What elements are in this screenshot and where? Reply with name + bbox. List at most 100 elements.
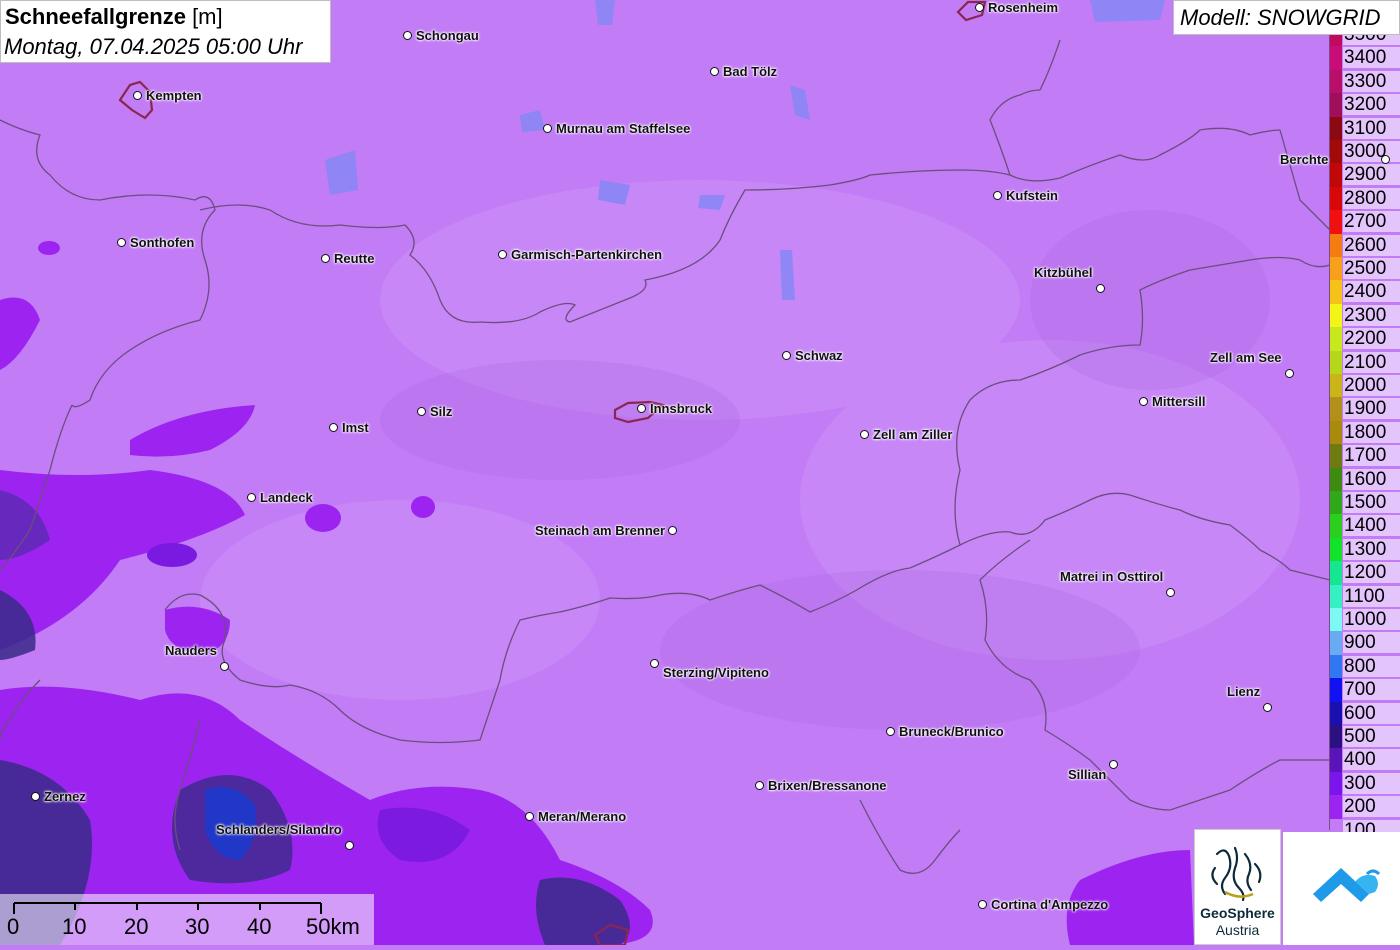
city-label: Berchte [1280, 152, 1329, 167]
city-dot[interactable] [710, 67, 719, 76]
city-label: Zell am See [1210, 350, 1282, 365]
city-dot[interactable] [329, 423, 338, 432]
legend-label: 1600 [1343, 468, 1400, 490]
legend-swatch [1329, 608, 1342, 632]
city-label: Sterzing/Vipiteno [663, 665, 769, 680]
city-label: Matrei in Osttirol [1060, 569, 1164, 584]
weather-app-icon [1313, 868, 1381, 902]
city-dot[interactable] [650, 659, 659, 668]
city-label: Schlanders/Silandro [216, 822, 342, 837]
legend-label: 1200 [1343, 562, 1400, 584]
geosphere-logo[interactable]: GeoSphere Austria [1194, 829, 1281, 945]
city-dot[interactable] [637, 404, 646, 413]
legend-label: 1500 [1343, 492, 1400, 513]
legend-label: 700 [1343, 679, 1400, 701]
legend-label: 3100 [1343, 117, 1400, 139]
legend-swatch [1329, 257, 1342, 281]
legend-label: 2300 [1343, 304, 1400, 326]
legend-label: 2700 [1343, 211, 1400, 233]
city-dot[interactable] [886, 727, 895, 736]
legend-swatch [1329, 69, 1342, 94]
legend-swatch [1329, 163, 1342, 187]
city-label: Zell am Ziller [873, 427, 953, 442]
city-dot[interactable] [1381, 155, 1390, 164]
legend-swatch [1329, 46, 1342, 70]
legend-label: 2400 [1343, 281, 1400, 303]
legend-label: 2800 [1343, 187, 1400, 209]
legend-label: 2100 [1343, 351, 1400, 373]
weather-app-logo[interactable] [1283, 832, 1400, 945]
legend-swatch [1329, 303, 1342, 328]
city-label: Imst [342, 420, 369, 435]
city-dot[interactable] [133, 91, 142, 100]
city-label: Landeck [260, 490, 313, 505]
city-label: Schwaz [795, 348, 843, 363]
city-label: Murnau am Staffelsee [556, 121, 691, 136]
city-dot[interactable] [1285, 369, 1294, 378]
city-dot[interactable] [31, 792, 40, 801]
city-dot[interactable] [247, 493, 256, 502]
legend-label: 3500 [1343, 35, 1400, 45]
legend-swatch [1329, 584, 1342, 608]
city-dot[interactable] [1166, 588, 1175, 597]
legend-label: 900 [1343, 632, 1400, 654]
legend-swatch [1329, 186, 1342, 211]
city-dot[interactable] [220, 662, 229, 671]
city-label: Kufstein [1006, 188, 1058, 203]
legend-swatch [1329, 327, 1342, 351]
city-dot[interactable] [543, 124, 552, 133]
city-label: Steinach am Brenner [535, 523, 666, 538]
city-label: Cortina d'Ampezzo [991, 897, 1109, 912]
city-dot[interactable] [668, 526, 677, 535]
city-dot[interactable] [403, 31, 412, 40]
legend-swatch [1329, 35, 1342, 47]
city-dot[interactable] [321, 254, 330, 263]
legend-label: 1900 [1343, 398, 1400, 420]
legend-swatch [1329, 654, 1342, 679]
city-label: Kempten [146, 88, 202, 103]
city-label: Sillian [1068, 767, 1107, 782]
legend-label: 2200 [1343, 328, 1400, 350]
map-title-main: Schneefallgrenze [5, 4, 186, 29]
city-label: Sonthofen [130, 235, 195, 250]
scale-label: 0 [7, 914, 20, 939]
city-dot[interactable] [978, 900, 987, 909]
legend-label: 2500 [1343, 258, 1400, 279]
city-dot[interactable] [345, 841, 354, 850]
city-label: Bruneck/Brunico [899, 724, 1004, 739]
city-label: Nauders [165, 643, 218, 658]
legend-swatch [1329, 631, 1342, 655]
city-dot[interactable] [755, 781, 764, 790]
city-dot[interactable] [417, 407, 426, 416]
legend-swatch [1329, 374, 1342, 398]
city-dot[interactable] [993, 191, 1002, 200]
city-label: Reutte [334, 251, 375, 266]
snowline-map[interactable] [0, 0, 1400, 945]
city-dot[interactable] [1263, 703, 1272, 712]
legend-label: 300 [1343, 772, 1400, 794]
legend-label: 200 [1343, 796, 1400, 818]
legend-swatch [1329, 233, 1342, 257]
city-dot[interactable] [1096, 284, 1105, 293]
city-dot[interactable] [860, 430, 869, 439]
legend-label: 600 [1343, 702, 1400, 724]
legend-swatch [1329, 116, 1342, 140]
city-dot[interactable] [498, 250, 507, 259]
city-label: Lienz [1227, 684, 1261, 699]
city-dot[interactable] [525, 812, 534, 821]
legend-label: 2600 [1343, 234, 1400, 256]
legend-label: 3200 [1343, 94, 1400, 116]
city-dot[interactable] [117, 238, 126, 247]
city-dot[interactable] [1139, 397, 1148, 406]
legend-swatch [1329, 537, 1342, 562]
legend-label: 2900 [1343, 164, 1400, 186]
geosphere-name: GeoSphere [1200, 905, 1275, 921]
city-dot[interactable] [1109, 760, 1118, 769]
city-label: Silz [430, 404, 453, 419]
city-dot[interactable] [975, 3, 984, 12]
map-title-unit: [m] [185, 4, 223, 29]
legend-label: 3000 [1343, 141, 1400, 162]
legend-swatch [1329, 771, 1342, 796]
legend-label: 3300 [1343, 70, 1400, 92]
city-dot[interactable] [782, 351, 791, 360]
